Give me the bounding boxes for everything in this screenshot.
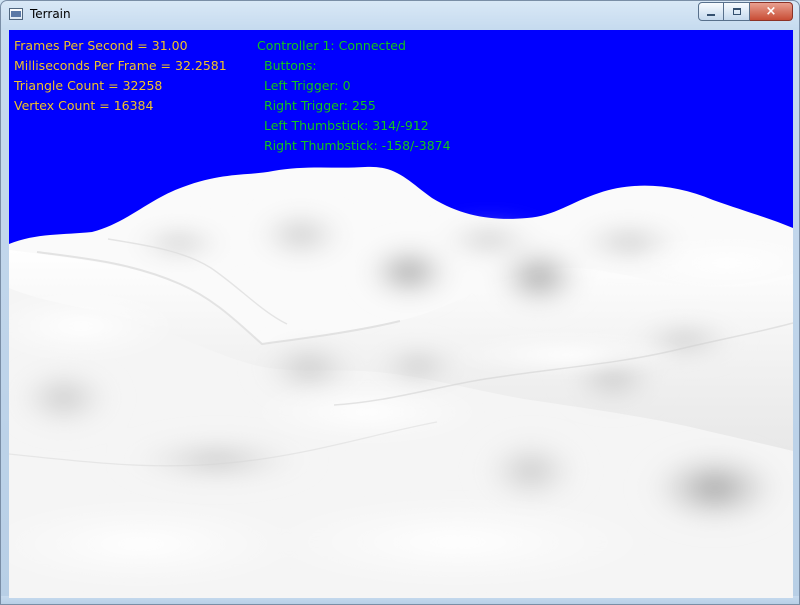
minimize-button[interactable] bbox=[698, 2, 724, 21]
terrain-window: Terrain × Frames Per Second = 31.00 Mill… bbox=[0, 0, 800, 605]
close-icon: × bbox=[765, 4, 777, 19]
fps-readout: Frames Per Second = 31.00 bbox=[14, 38, 188, 53]
right-trigger-readout: Right Trigger: 255 bbox=[264, 98, 376, 113]
left-trigger-readout: Left Trigger: 0 bbox=[264, 78, 351, 93]
terrain-render-viewport[interactable]: Frames Per Second = 31.00 Milliseconds P… bbox=[9, 30, 793, 598]
triangle-count-readout: Triangle Count = 32258 bbox=[14, 78, 163, 93]
controller-status-panel: Controller 1: Connected Buttons: Left Tr… bbox=[257, 36, 451, 156]
window-left-border bbox=[1, 30, 9, 598]
minimize-icon bbox=[707, 13, 715, 16]
vertex-count-readout: Vertex Count = 16384 bbox=[14, 98, 154, 113]
application-window-icon[interactable] bbox=[9, 8, 23, 20]
right-thumbstick-readout: Right Thumbstick: -158/-3874 bbox=[264, 138, 451, 153]
left-thumbstick-readout: Left Thumbstick: 314/-912 bbox=[264, 118, 429, 133]
controller-status: Controller 1: Connected bbox=[257, 38, 406, 53]
performance-stats: Frames Per Second = 31.00 Milliseconds P… bbox=[14, 36, 227, 116]
window-title: Terrain bbox=[30, 7, 71, 21]
milliseconds-readout: Milliseconds Per Frame = 32.2581 bbox=[14, 58, 227, 73]
maximize-button[interactable] bbox=[724, 2, 750, 21]
buttons-label: Buttons: bbox=[264, 58, 317, 73]
maximize-icon bbox=[732, 8, 741, 15]
close-button[interactable]: × bbox=[750, 2, 793, 21]
caption-buttons: × bbox=[698, 2, 793, 22]
title-bar[interactable]: Terrain × bbox=[1, 1, 799, 29]
